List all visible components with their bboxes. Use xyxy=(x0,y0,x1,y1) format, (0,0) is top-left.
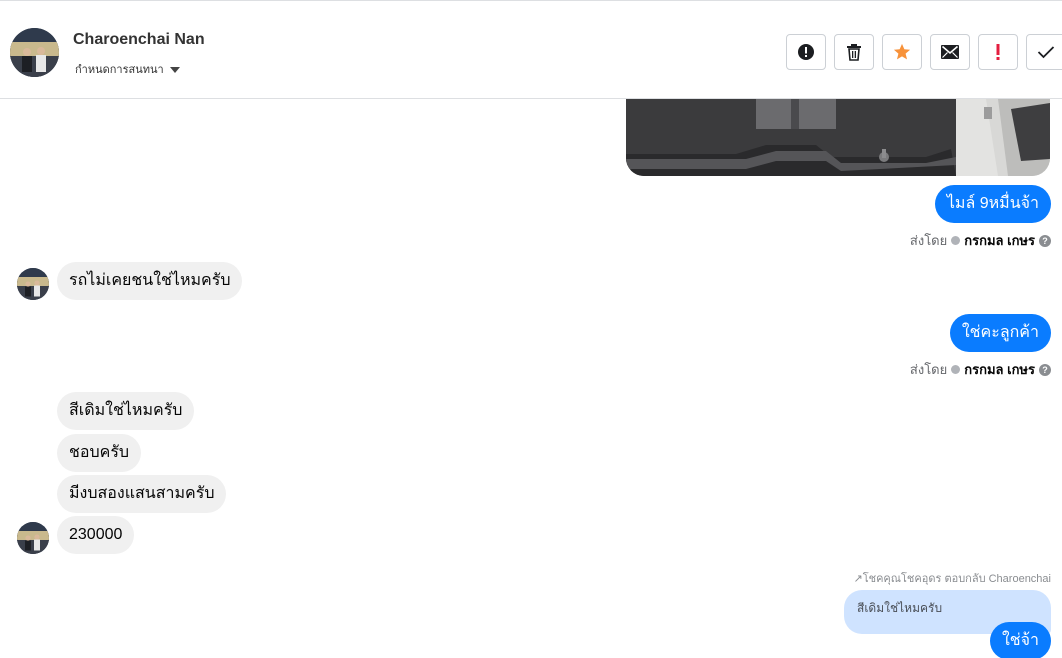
sender-name[interactable]: กรกมล เกษร xyxy=(964,230,1035,251)
mark-spam-button[interactable] xyxy=(786,34,826,70)
help-icon[interactable]: ? xyxy=(1039,234,1051,247)
chevron-down-icon xyxy=(169,66,180,73)
help-icon[interactable]: ? xyxy=(1039,363,1051,376)
verified-icon xyxy=(951,236,961,245)
star-icon xyxy=(893,43,911,60)
mark-important-button[interactable] xyxy=(978,34,1018,70)
verified-icon xyxy=(951,365,961,374)
sent-by-info: ส่งโดย กรกมล เกษร ? xyxy=(910,359,1051,380)
incoming-message-original-color[interactable]: สีเดิมใช่ไหมครับ xyxy=(57,392,195,430)
conversation-header: Charoenchai Nan กำหนดการสนทนา xyxy=(0,0,1062,99)
outgoing-message-reply[interactable]: ใช่จ้า xyxy=(989,622,1051,658)
conversation-status-label: กำหนดการสนทนา xyxy=(75,64,164,76)
car-interior-photo[interactable] xyxy=(626,99,1050,176)
contact-avatar-small[interactable] xyxy=(17,268,49,300)
check-icon xyxy=(1037,46,1055,59)
sent-by-label: ส่งโดย xyxy=(909,233,948,248)
incoming-message-budget[interactable]: มีงบสองแสนสามครับ xyxy=(57,475,227,513)
incoming-message-like[interactable]: ชอบครับ xyxy=(57,434,142,472)
spam-icon xyxy=(798,44,814,60)
outgoing-message-mileage[interactable]: ไมล์ 9หมื่นจ้า xyxy=(934,185,1051,223)
sent-by-info: ส่งโดย กรกมล เกษร ? xyxy=(910,230,1051,251)
delete-button[interactable] xyxy=(834,34,874,70)
contact-avatar-small[interactable] xyxy=(17,522,49,554)
mail-icon xyxy=(941,45,959,59)
important-icon xyxy=(996,44,1000,60)
mark-unread-button[interactable] xyxy=(930,34,970,70)
contact-avatar[interactable] xyxy=(10,28,59,77)
outgoing-message-yes-customer[interactable]: ใช่คะลูกค้า xyxy=(949,314,1051,352)
sent-by-label: ส่งโดย xyxy=(909,362,948,377)
trash-icon xyxy=(847,44,861,61)
conversation-status-dropdown[interactable]: กำหนดการสนทนา xyxy=(75,60,180,78)
incoming-message-accident[interactable]: รถไม่เคยชนใช่ไหมครับ xyxy=(57,262,243,300)
mark-done-button[interactable] xyxy=(1026,34,1062,70)
reply-indicator: ↗โชคคุณโชคอุดร ตอบกลับ Charoenchai xyxy=(853,573,1051,585)
incoming-message-amount[interactable]: 230000 xyxy=(57,516,135,554)
sender-name[interactable]: กรกมล เกษร xyxy=(964,359,1035,380)
star-button[interactable] xyxy=(882,34,922,70)
contact-name[interactable]: Charoenchai Nan xyxy=(73,31,205,49)
